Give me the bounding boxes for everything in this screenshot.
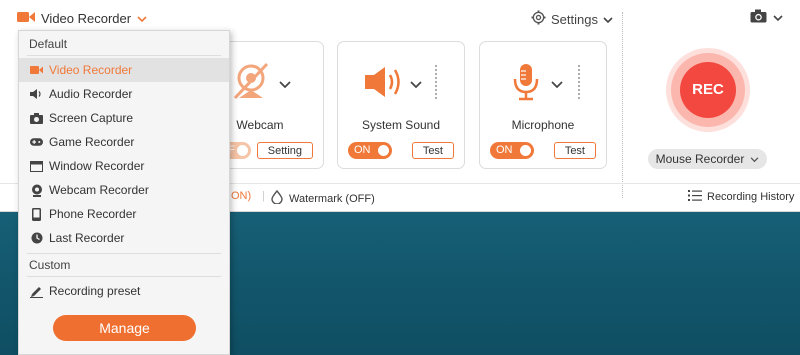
partial-status-text[interactable]: ON) <box>231 190 251 202</box>
system-sound-controls: ON Test <box>348 142 454 159</box>
list-icon <box>688 190 702 204</box>
webcam-off-icon <box>231 62 271 105</box>
system-sound-toggle[interactable]: ON <box>348 142 392 159</box>
menu-divider <box>27 276 221 277</box>
mode-title: Video Recorder <box>41 11 132 26</box>
mouse-recorder-dropdown[interactable]: Mouse Recorder <box>648 149 767 169</box>
chevron-down-icon <box>773 11 783 25</box>
vertical-divider <box>622 12 623 198</box>
menu-item-label: Video Recorder <box>49 63 133 77</box>
settings-label: Settings <box>551 11 598 27</box>
watermark-label: Watermark (OFF) <box>289 192 375 205</box>
menu-item-window-recorder[interactable]: Window Recorder <box>19 154 229 178</box>
rec-button[interactable]: REC <box>680 62 736 118</box>
video-camera-icon <box>30 64 43 77</box>
chevron-down-icon[interactable] <box>279 78 291 92</box>
menu-item-webcam-recorder[interactable]: Webcam Recorder <box>19 178 229 202</box>
menu-item-label: Audio Recorder <box>49 87 133 101</box>
video-camera-icon <box>17 10 35 27</box>
chevron-down-icon <box>603 12 613 27</box>
menu-custom-header: Custom <box>29 258 71 272</box>
microphone-card: Microphone ON Test <box>479 41 607 169</box>
webcam-setting-button[interactable]: Setting <box>256 142 313 159</box>
watermark-icon <box>271 189 283 207</box>
menu-item-screen-capture[interactable]: Screen Capture <box>19 106 229 130</box>
gear-icon <box>531 10 546 28</box>
screenshot-button[interactable] <box>750 9 783 26</box>
chevron-down-icon[interactable] <box>551 78 563 92</box>
clock-icon <box>30 232 43 245</box>
menu-item-label: Game Recorder <box>49 135 135 149</box>
chevron-down-icon <box>137 12 147 26</box>
menu-divider <box>27 253 221 254</box>
webcam-icon <box>30 184 43 197</box>
recording-history-label: Recording History <box>707 191 795 203</box>
microphone-icon <box>511 62 541 105</box>
menu-divider <box>27 55 221 56</box>
menu-item-label: Recording preset <box>49 284 141 298</box>
camera-icon <box>30 112 43 125</box>
chevron-down-icon[interactable] <box>410 78 422 92</box>
menu-default-header: Default <box>29 37 68 51</box>
system-sound-test-button[interactable]: Test <box>411 142 454 159</box>
mouse-recorder-label: Mouse Recorder <box>655 152 745 166</box>
microphone-controls: ON Test <box>490 142 596 159</box>
volume-slider[interactable] <box>434 64 438 100</box>
menu-item-last-recorder[interactable]: Last Recorder <box>19 226 229 250</box>
chevron-down-icon <box>750 152 759 166</box>
menu-item-label: Last Recorder <box>49 231 125 245</box>
camera-icon <box>750 9 767 26</box>
pencil-icon <box>30 285 43 298</box>
settings-button[interactable]: Settings <box>531 10 613 28</box>
system-sound-card: System Sound ON Test <box>337 41 465 169</box>
menu-item-video-recorder[interactable]: Video Recorder <box>19 58 229 82</box>
phone-icon <box>30 207 43 221</box>
speaker-icon <box>363 64 405 103</box>
watermark-toggle[interactable]: Watermark (OFF) <box>271 189 375 207</box>
menu-item-recording-preset[interactable]: Recording preset <box>19 279 229 303</box>
gamepad-icon <box>30 136 43 149</box>
window-icon <box>30 160 43 173</box>
manage-button[interactable]: Manage <box>53 315 196 341</box>
mic-volume-slider[interactable] <box>577 64 581 100</box>
recording-history-button[interactable]: Recording History <box>688 190 794 204</box>
menu-item-phone-recorder[interactable]: Phone Recorder <box>19 202 229 226</box>
menu-item-label: Phone Recorder <box>49 207 137 221</box>
microphone-toggle[interactable]: ON <box>490 142 534 159</box>
menu-item-label: Screen Capture <box>49 111 134 125</box>
system-sound-label: System Sound <box>361 118 441 132</box>
menu-item-label: Webcam Recorder <box>49 183 149 197</box>
recorder-mode-menu: Default Video Recorder Audio Recorder Sc… <box>18 30 230 355</box>
status-separator: | <box>262 190 265 202</box>
microphone-test-button[interactable]: Test <box>553 142 596 159</box>
speaker-icon <box>30 88 43 101</box>
menu-item-audio-recorder[interactable]: Audio Recorder <box>19 82 229 106</box>
microphone-label: Microphone <box>511 118 575 132</box>
menu-item-game-recorder[interactable]: Game Recorder <box>19 130 229 154</box>
menu-item-label: Window Recorder <box>49 159 145 173</box>
mode-selector[interactable]: Video Recorder <box>17 10 147 27</box>
